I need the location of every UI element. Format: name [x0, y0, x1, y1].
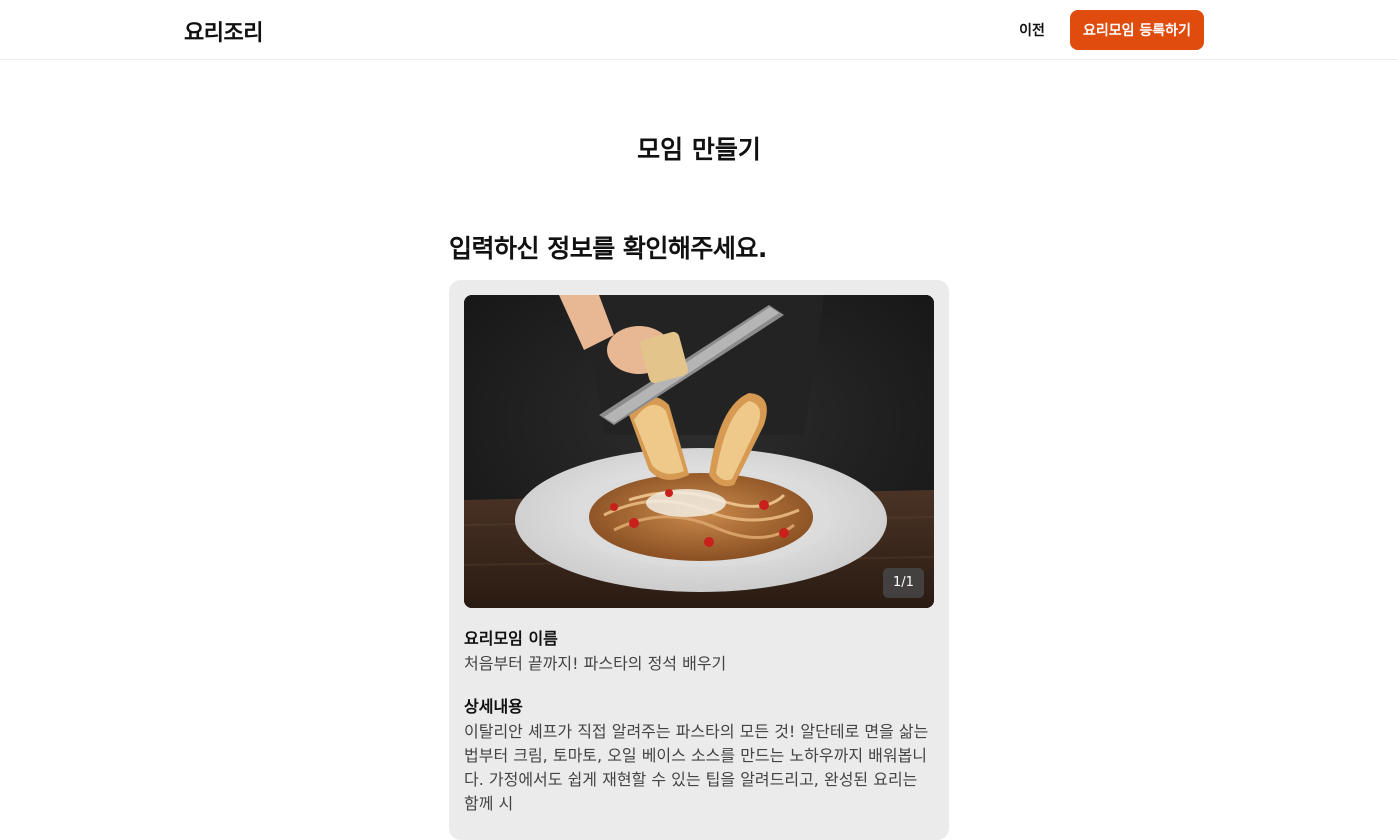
- preview-card: 1/1 요리모임 이름 처음부터 끝까지! 파스타의 정석 배우기 상세내용 이…: [449, 280, 949, 840]
- top-header: 요리조리 이전 요리모임 등록하기: [0, 0, 1398, 60]
- detail-value: 이탈리안 셰프가 직접 알려주는 파스타의 모든 것! 알단테로 면을 삶는 법…: [464, 722, 929, 813]
- page-title: 모임 만들기: [637, 135, 761, 164]
- meeting-name-label: 요리모임 이름: [464, 629, 558, 648]
- app-logo[interactable]: 요리조리: [184, 15, 263, 47]
- detail-label: 상세내용: [464, 697, 523, 716]
- register-meeting-button[interactable]: 요리모임 등록하기: [1070, 10, 1204, 50]
- confirm-heading: 입력하신 정보를 확인해주세요.: [449, 234, 767, 263]
- pasta-image: [464, 295, 934, 608]
- prev-button[interactable]: 이전: [1008, 10, 1056, 50]
- meeting-name-value: 처음부터 끝까지! 파스타의 정석 배우기: [464, 654, 727, 673]
- meeting-photo: 1/1: [464, 295, 934, 608]
- image-counter: 1/1: [883, 568, 924, 598]
